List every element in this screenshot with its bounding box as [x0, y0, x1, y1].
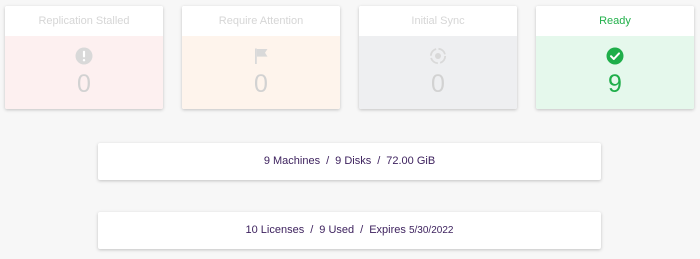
initial-sync-count: 0: [431, 70, 445, 98]
ready-count: 9: [608, 70, 622, 98]
initial-sync-title: Initial Sync: [359, 6, 517, 36]
replication-stalled-count: 0: [77, 70, 91, 98]
check-circle-icon: [606, 47, 624, 65]
require-attention-card[interactable]: Require Attention 0: [182, 6, 340, 109]
replication-stalled-card[interactable]: Replication Stalled 0: [5, 6, 163, 109]
licenses-used: 9 Used: [319, 224, 355, 236]
expires-label: Expires: [369, 224, 406, 236]
resource-summary-bar: 9 Machines / 9 Disks / 72.00 GiB: [98, 143, 601, 180]
require-attention-count: 0: [254, 70, 268, 98]
disks-count: 9 Disks: [335, 155, 372, 167]
separator: /: [360, 224, 364, 236]
flag-icon: [255, 48, 268, 64]
require-attention-title: Require Attention: [182, 6, 340, 36]
storage-size: 72.00 GiB: [386, 155, 436, 167]
replication-stalled-body: 0: [5, 36, 163, 109]
initial-sync-body: 0: [359, 36, 517, 109]
ready-card[interactable]: Ready 9: [536, 6, 694, 109]
sync-circle-icon: [429, 47, 447, 65]
separator: /: [310, 224, 314, 236]
licenses-total: 10 Licenses: [245, 224, 305, 236]
ready-title: Ready: [536, 6, 694, 36]
expires-date: 5/30/2022: [408, 225, 454, 236]
separator: /: [326, 155, 330, 167]
require-attention-body: 0: [182, 36, 340, 109]
exclamation-circle-icon: [75, 47, 93, 65]
ready-body: 9: [536, 36, 694, 109]
license-summary-bar: 10 Licenses / 9 Used / Expires 5/30/2022: [98, 212, 601, 249]
separator: /: [377, 155, 381, 167]
initial-sync-card[interactable]: Initial Sync 0: [359, 6, 517, 109]
replication-stalled-title: Replication Stalled: [5, 6, 163, 36]
machines-count: 9 Machines: [263, 155, 321, 167]
